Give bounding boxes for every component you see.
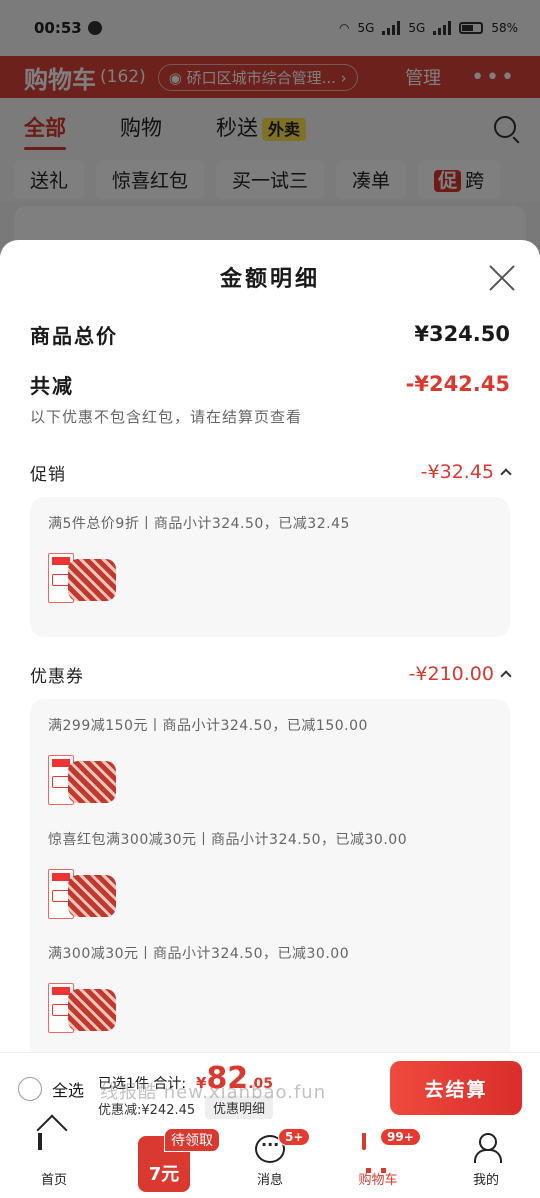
total-reduce-value: -¥242.45 <box>405 372 510 396</box>
sheet-title: 金额明细 <box>219 267 320 292</box>
checkout-button[interactable]: 去结算 <box>390 1061 522 1115</box>
discount-detail-button[interactable]: 优惠明细 <box>205 1096 274 1119</box>
product-thumbnail <box>48 549 118 609</box>
sheet-header: 金额明细 <box>0 240 540 314</box>
promo-section-header[interactable]: 促销 -¥32.45 <box>0 447 540 497</box>
goods-total-row: 商品总价 ¥324.50 <box>0 314 540 354</box>
coupon-detail-line: 满299减150元丨商品小计324.50，已减150.00 <box>48 718 368 734</box>
chevron-up-icon <box>500 670 512 682</box>
coupon-box: 满299减150元丨商品小计324.50，已减150.00 惊喜红包满300减3… <box>30 699 510 1052</box>
coupon-detail-line: 满300减30元丨商品小计324.50，已减30.00 <box>48 946 350 962</box>
discount-note: 以下优惠不包含红包，请在结算页查看 <box>30 408 303 426</box>
bottom-nav: 首页 消息 5+ 购物车 99+ 我的 7元 待领取 <box>0 1124 540 1198</box>
checkout-bar: 全选 已选1件 合计: ¥ 82 .05 优惠减:¥242.45 优惠明细 去结… <box>0 1052 540 1124</box>
total-reduce-label: 共减 <box>30 373 74 398</box>
cart-badge: 99+ <box>380 1128 421 1146</box>
home-icon-wrap <box>38 1133 70 1163</box>
nav-home[interactable]: 首页 <box>0 1124 108 1198</box>
nav-me[interactable]: 我的 <box>432 1124 540 1198</box>
promo-value: -¥32.45 <box>420 461 494 483</box>
total-amount: ¥ 82 .05 <box>196 1061 273 1096</box>
amount-detail-sheet: 金额明细 商品总价 ¥324.50 共减 -¥242.45 以下优惠不包含红包，… <box>0 240 540 1052</box>
coupon-label: 优惠券 <box>30 666 84 687</box>
promo-box: 满5件总价9折丨商品小计324.50，已减32.45 <box>30 497 510 637</box>
product-thumbnail <box>48 751 118 811</box>
selected-count: 已选1件 合计: <box>98 1076 187 1092</box>
amount-currency: ¥ <box>196 1074 207 1092</box>
message-badge: 5+ <box>278 1128 311 1146</box>
amount-decimal: .05 <box>248 1076 273 1092</box>
goods-total-value: ¥324.50 <box>414 322 510 346</box>
nav-cart[interactable]: 购物车 99+ <box>324 1124 432 1198</box>
gift-amount: 7元 <box>148 1164 180 1185</box>
user-icon <box>472 1133 502 1163</box>
promo-detail-line: 满5件总价9折丨商品小计324.50，已减32.45 <box>48 516 350 532</box>
coupon-section-header[interactable]: 优惠券 -¥210.00 <box>0 649 540 699</box>
nav-home-label: 首页 <box>40 1173 67 1188</box>
select-all-label[interactable]: 全选 <box>52 1077 84 1101</box>
total-reduce-row: 共减 -¥242.45 <box>0 362 540 406</box>
coupon-value-wrap: -¥210.00 <box>408 663 512 685</box>
coupon-value: -¥210.00 <box>408 663 494 685</box>
home-icon <box>38 1133 42 1150</box>
nav-messages-label: 消息 <box>256 1173 283 1188</box>
gift-pending-tag: 待领取 <box>164 1128 220 1152</box>
close-icon[interactable] <box>488 264 516 292</box>
product-thumbnail <box>48 865 118 925</box>
discount-summary: 优惠减:¥242.45 <box>98 1103 196 1118</box>
select-all-checkbox[interactable] <box>18 1077 42 1101</box>
coupon-detail-line: 惊喜红包满300减30元丨商品小计324.50，已减30.00 <box>48 832 408 848</box>
goods-total-label: 商品总价 <box>30 323 118 348</box>
nav-messages[interactable]: 消息 5+ <box>216 1124 324 1198</box>
promo-value-wrap: -¥32.45 <box>420 461 512 483</box>
chevron-up-icon <box>500 468 512 480</box>
nav-me-label: 我的 <box>472 1173 499 1188</box>
promo-label: 促销 <box>30 464 66 485</box>
amount-integer: 82 <box>206 1061 249 1096</box>
cart-icon <box>362 1133 366 1150</box>
product-thumbnail <box>48 979 118 1039</box>
